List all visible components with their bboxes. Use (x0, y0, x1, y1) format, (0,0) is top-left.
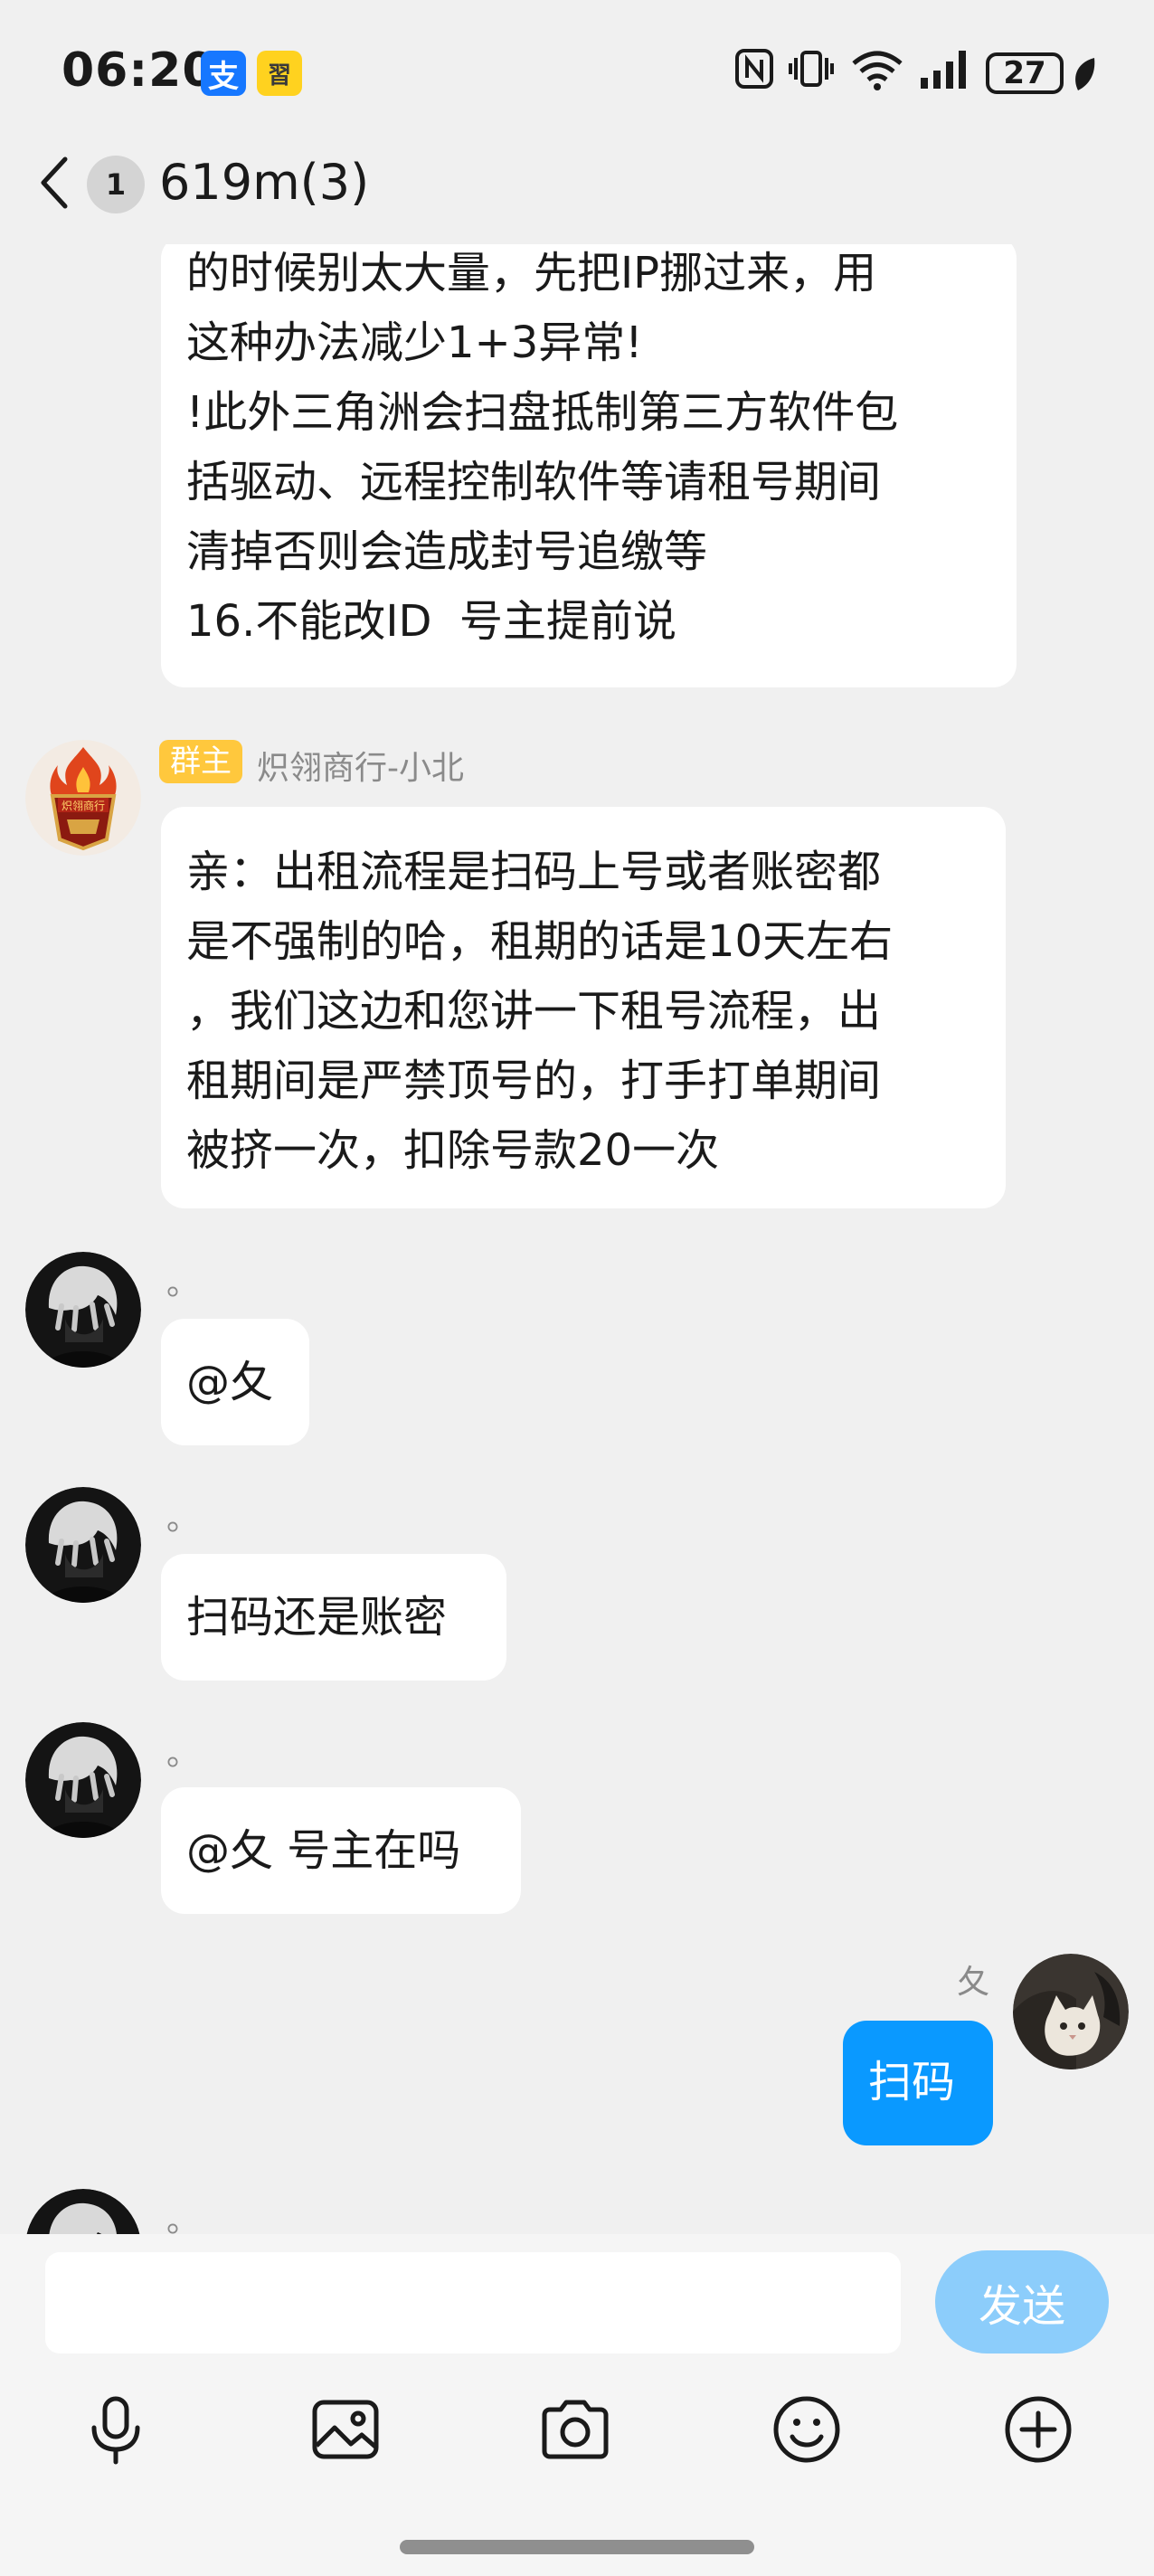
battery-indicator: 27 (986, 52, 1064, 94)
avatar[interactable]: 炽翎商行 (25, 740, 141, 856)
microphone-icon[interactable] (80, 2393, 152, 2466)
svg-text:炽翎商行: 炽翎商行 (61, 799, 105, 812)
unread-count-badge[interactable]: 1 (87, 156, 145, 213)
message-bubble[interactable]: @夂 (161, 1319, 309, 1445)
signal-icon (921, 51, 966, 89)
message-bubble-self[interactable]: 扫码 (843, 2021, 993, 2145)
sender-name: 炽翎商行-小北 (257, 750, 464, 787)
avatar[interactable] (25, 1252, 141, 1368)
nfc-icon (735, 49, 773, 89)
message-input[interactable] (45, 2252, 901, 2353)
emoji-icon[interactable] (771, 2393, 843, 2466)
send-button[interactable]: 发送 (935, 2250, 1109, 2353)
image-icon[interactable] (309, 2393, 382, 2466)
message-bubble[interactable]: 的时候别太大量，先把IP挪过来，用 这种办法减少1+3异常! !此外三角洲会扫盘… (161, 244, 1017, 687)
avatar[interactable] (25, 1722, 141, 1838)
sender-name: 。 (166, 1265, 200, 1302)
group-owner-badge: 群主 (159, 740, 242, 783)
status-time: 06:20 (61, 43, 216, 98)
ruzhi-icon: 習 (257, 51, 302, 96)
avatar[interactable] (1013, 1954, 1129, 2069)
wifi-icon (852, 51, 903, 90)
message-bubble[interactable]: 扫码还是账密 (161, 1554, 506, 1681)
chat-title: 619m(3) (159, 154, 370, 211)
avatar[interactable] (25, 2189, 141, 2234)
home-indicator[interactable] (400, 2540, 754, 2554)
message-bubble[interactable]: @夂 号主在吗 (161, 1787, 521, 1914)
back-arrow-icon[interactable] (36, 154, 72, 212)
leaf-icon (1075, 58, 1095, 90)
status-bar: 06:20 支 習 27 (0, 0, 1154, 145)
sender-name: 。 (166, 1501, 200, 1538)
message-text: @夂 (186, 1357, 274, 1407)
camera-icon[interactable] (539, 2393, 611, 2466)
sender-name: 。 (166, 1736, 200, 1773)
vibrate-icon (789, 51, 834, 87)
alipay-icon: 支 (201, 51, 246, 96)
sender-name: 。 (166, 2202, 200, 2234)
sender-name: 夂 (957, 1964, 990, 2001)
message-list[interactable]: 的时候别太大量，先把IP挪过来，用 这种办法减少1+3异常! !此外三角洲会扫盘… (0, 244, 1154, 2234)
message-bubble[interactable]: 亲：出租流程是扫码上号或者账密都 是不强制的哈，租期的话是10天左右 ，我们这边… (161, 807, 1006, 1208)
plus-icon[interactable] (1002, 2393, 1074, 2466)
avatar[interactable] (25, 1487, 141, 1603)
